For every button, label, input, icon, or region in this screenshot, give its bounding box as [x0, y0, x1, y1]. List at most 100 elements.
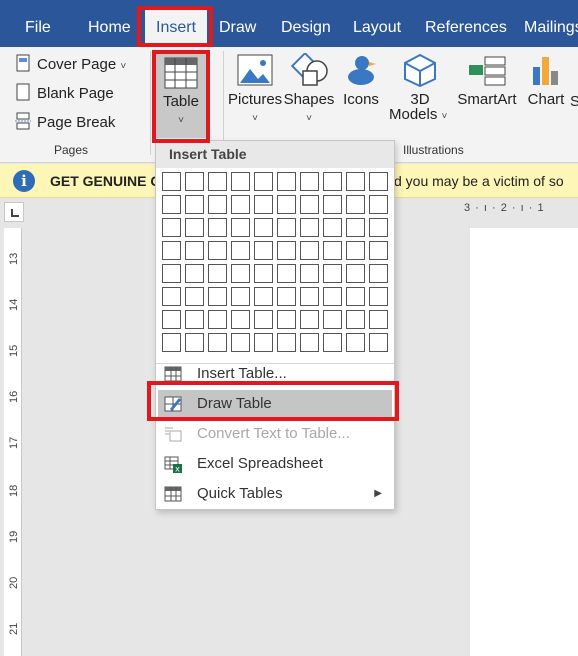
tab-file[interactable]: File — [25, 10, 51, 46]
chart-button[interactable]: Chart — [524, 53, 568, 108]
grid-cell[interactable] — [300, 287, 319, 306]
grid-cell[interactable] — [185, 333, 204, 352]
grid-cell[interactable] — [323, 218, 342, 237]
grid-cell[interactable] — [300, 218, 319, 237]
quick-tables-item[interactable]: Quick Tables ▶ — [158, 480, 392, 508]
grid-cell[interactable] — [162, 241, 181, 260]
grid-cell[interactable] — [162, 172, 181, 191]
grid-cell[interactable] — [346, 241, 365, 260]
grid-cell[interactable] — [277, 333, 296, 352]
grid-cell[interactable] — [300, 195, 319, 214]
grid-cell[interactable] — [185, 172, 204, 191]
grid-cell[interactable] — [277, 172, 296, 191]
grid-cell[interactable] — [231, 310, 250, 329]
grid-cell[interactable] — [369, 241, 388, 260]
grid-cell[interactable] — [208, 264, 227, 283]
grid-cell[interactable] — [185, 287, 204, 306]
grid-cell[interactable] — [346, 287, 365, 306]
grid-cell[interactable] — [277, 195, 296, 214]
grid-cell[interactable] — [300, 310, 319, 329]
grid-cell[interactable] — [323, 241, 342, 260]
grid-cell[interactable] — [231, 241, 250, 260]
grid-cell[interactable] — [162, 195, 181, 214]
3d-models-button[interactable]: 3D Models ˅ — [387, 53, 453, 123]
grid-cell[interactable] — [185, 241, 204, 260]
grid-cell[interactable] — [208, 333, 227, 352]
grid-cell[interactable] — [185, 264, 204, 283]
grid-cell[interactable] — [162, 264, 181, 283]
grid-cell[interactable] — [254, 195, 273, 214]
grid-cell[interactable] — [346, 218, 365, 237]
grid-cell[interactable] — [254, 333, 273, 352]
grid-cell[interactable] — [323, 287, 342, 306]
excel-spreadsheet-item[interactable]: x Excel Spreadsheet — [158, 450, 392, 478]
pictures-button[interactable]: Pictures ˅ — [228, 53, 282, 125]
grid-cell[interactable] — [277, 310, 296, 329]
grid-cell[interactable] — [277, 264, 296, 283]
grid-cell[interactable] — [231, 264, 250, 283]
grid-cell[interactable] — [369, 333, 388, 352]
grid-cell[interactable] — [185, 310, 204, 329]
grid-cell[interactable] — [208, 310, 227, 329]
grid-cell[interactable] — [231, 333, 250, 352]
grid-cell[interactable] — [323, 310, 342, 329]
grid-cell[interactable] — [208, 218, 227, 237]
grid-cell[interactable] — [254, 287, 273, 306]
grid-cell[interactable] — [208, 287, 227, 306]
grid-cell[interactable] — [254, 172, 273, 191]
grid-cell[interactable] — [231, 218, 250, 237]
grid-cell[interactable] — [277, 287, 296, 306]
grid-cell[interactable] — [300, 241, 319, 260]
icons-button[interactable]: Icons — [338, 53, 384, 108]
grid-cell[interactable] — [277, 218, 296, 237]
blank-page-button[interactable]: Blank Page — [14, 82, 114, 106]
grid-cell[interactable] — [346, 172, 365, 191]
tab-references[interactable]: References — [425, 10, 507, 46]
convert-text-to-table-item[interactable]: Convert Text to Table... — [158, 420, 392, 448]
tab-mailings[interactable]: Mailings — [524, 10, 578, 46]
grid-cell[interactable] — [185, 218, 204, 237]
tab-layout[interactable]: Layout — [353, 10, 401, 46]
grid-cell[interactable] — [277, 241, 296, 260]
shapes-button[interactable]: Shapes ˅ — [283, 51, 335, 125]
grid-cell[interactable] — [231, 287, 250, 306]
grid-cell[interactable] — [323, 195, 342, 214]
grid-cell[interactable] — [300, 172, 319, 191]
tab-selector[interactable] — [4, 202, 24, 222]
grid-cell[interactable] — [254, 264, 273, 283]
grid-cell[interactable] — [208, 195, 227, 214]
grid-cell[interactable] — [369, 287, 388, 306]
grid-cell[interactable] — [162, 218, 181, 237]
grid-cell[interactable] — [185, 195, 204, 214]
grid-cell[interactable] — [162, 310, 181, 329]
grid-cell[interactable] — [369, 172, 388, 191]
grid-cell[interactable] — [346, 264, 365, 283]
grid-cell[interactable] — [346, 195, 365, 214]
grid-cell[interactable] — [254, 218, 273, 237]
grid-cell[interactable] — [231, 195, 250, 214]
tab-design[interactable]: Design — [281, 10, 331, 46]
grid-cell[interactable] — [208, 172, 227, 191]
grid-cell[interactable] — [162, 287, 181, 306]
document-page[interactable] — [470, 228, 578, 656]
grid-cell[interactable] — [323, 333, 342, 352]
grid-cell[interactable] — [254, 310, 273, 329]
grid-cell[interactable] — [346, 310, 365, 329]
grid-cell[interactable] — [369, 218, 388, 237]
grid-cell[interactable] — [323, 172, 342, 191]
grid-cell[interactable] — [300, 264, 319, 283]
screenshot-button-partial[interactable]: S — [570, 53, 578, 110]
page-break-button[interactable]: Page Break — [14, 111, 115, 135]
grid-cell[interactable] — [231, 172, 250, 191]
grid-cell[interactable] — [300, 333, 319, 352]
grid-cell[interactable] — [208, 241, 227, 260]
grid-cell[interactable] — [369, 310, 388, 329]
grid-cell[interactable] — [369, 195, 388, 214]
cover-page-button[interactable]: Cover Page ˅ — [14, 53, 126, 77]
grid-cell[interactable] — [369, 264, 388, 283]
grid-cell[interactable] — [323, 264, 342, 283]
tab-draw[interactable]: Draw — [219, 10, 256, 46]
grid-cell[interactable] — [346, 333, 365, 352]
grid-cell[interactable] — [162, 333, 181, 352]
tab-home[interactable]: Home — [88, 10, 131, 46]
